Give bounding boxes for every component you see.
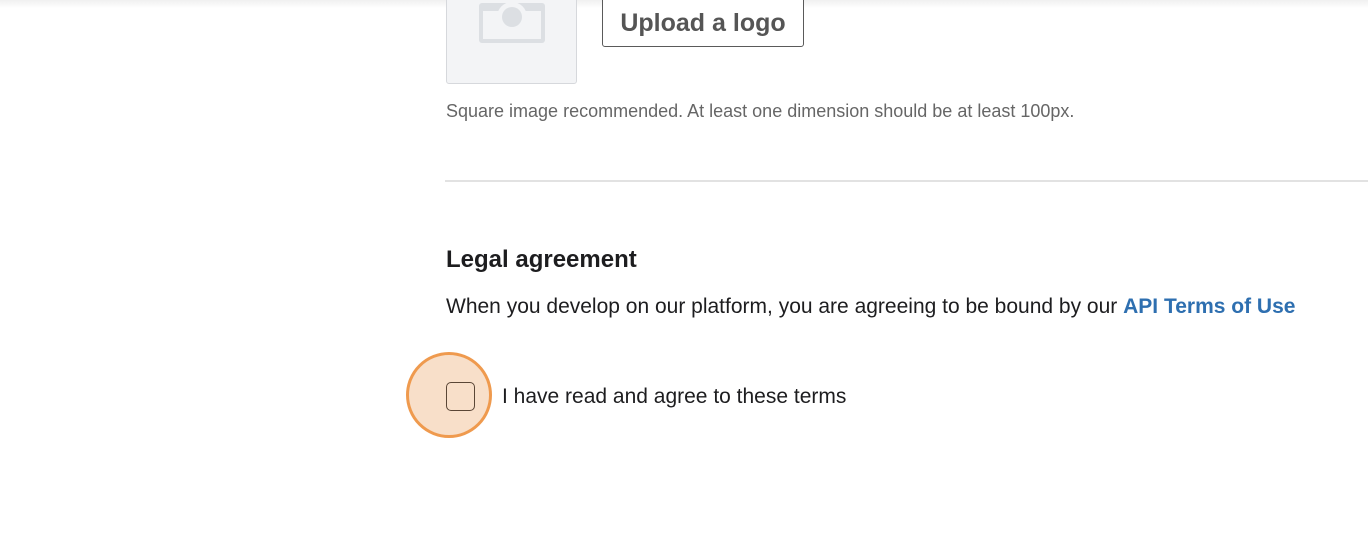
logo-hint: Square image recommended. At least one d… — [446, 101, 1075, 121]
legal-description: When you develop on our platform, you ar… — [446, 295, 1295, 319]
api-terms-link[interactable]: API Terms of Use — [1123, 295, 1295, 318]
agree-terms-checkbox[interactable] — [446, 382, 475, 411]
logo-preview — [446, 0, 577, 84]
camera-icon — [479, 2, 545, 43]
upload-logo-button[interactable]: Upload a logo — [602, 0, 804, 47]
agree-terms-label[interactable]: I have read and agree to these terms — [502, 385, 846, 409]
divider — [445, 180, 1368, 182]
legal-agreement-heading: Legal agreement — [446, 246, 637, 273]
legal-text: When you develop on our platform, you ar… — [446, 295, 1124, 318]
agree-terms-row[interactable]: I have read and agree to these terms — [446, 382, 846, 411]
